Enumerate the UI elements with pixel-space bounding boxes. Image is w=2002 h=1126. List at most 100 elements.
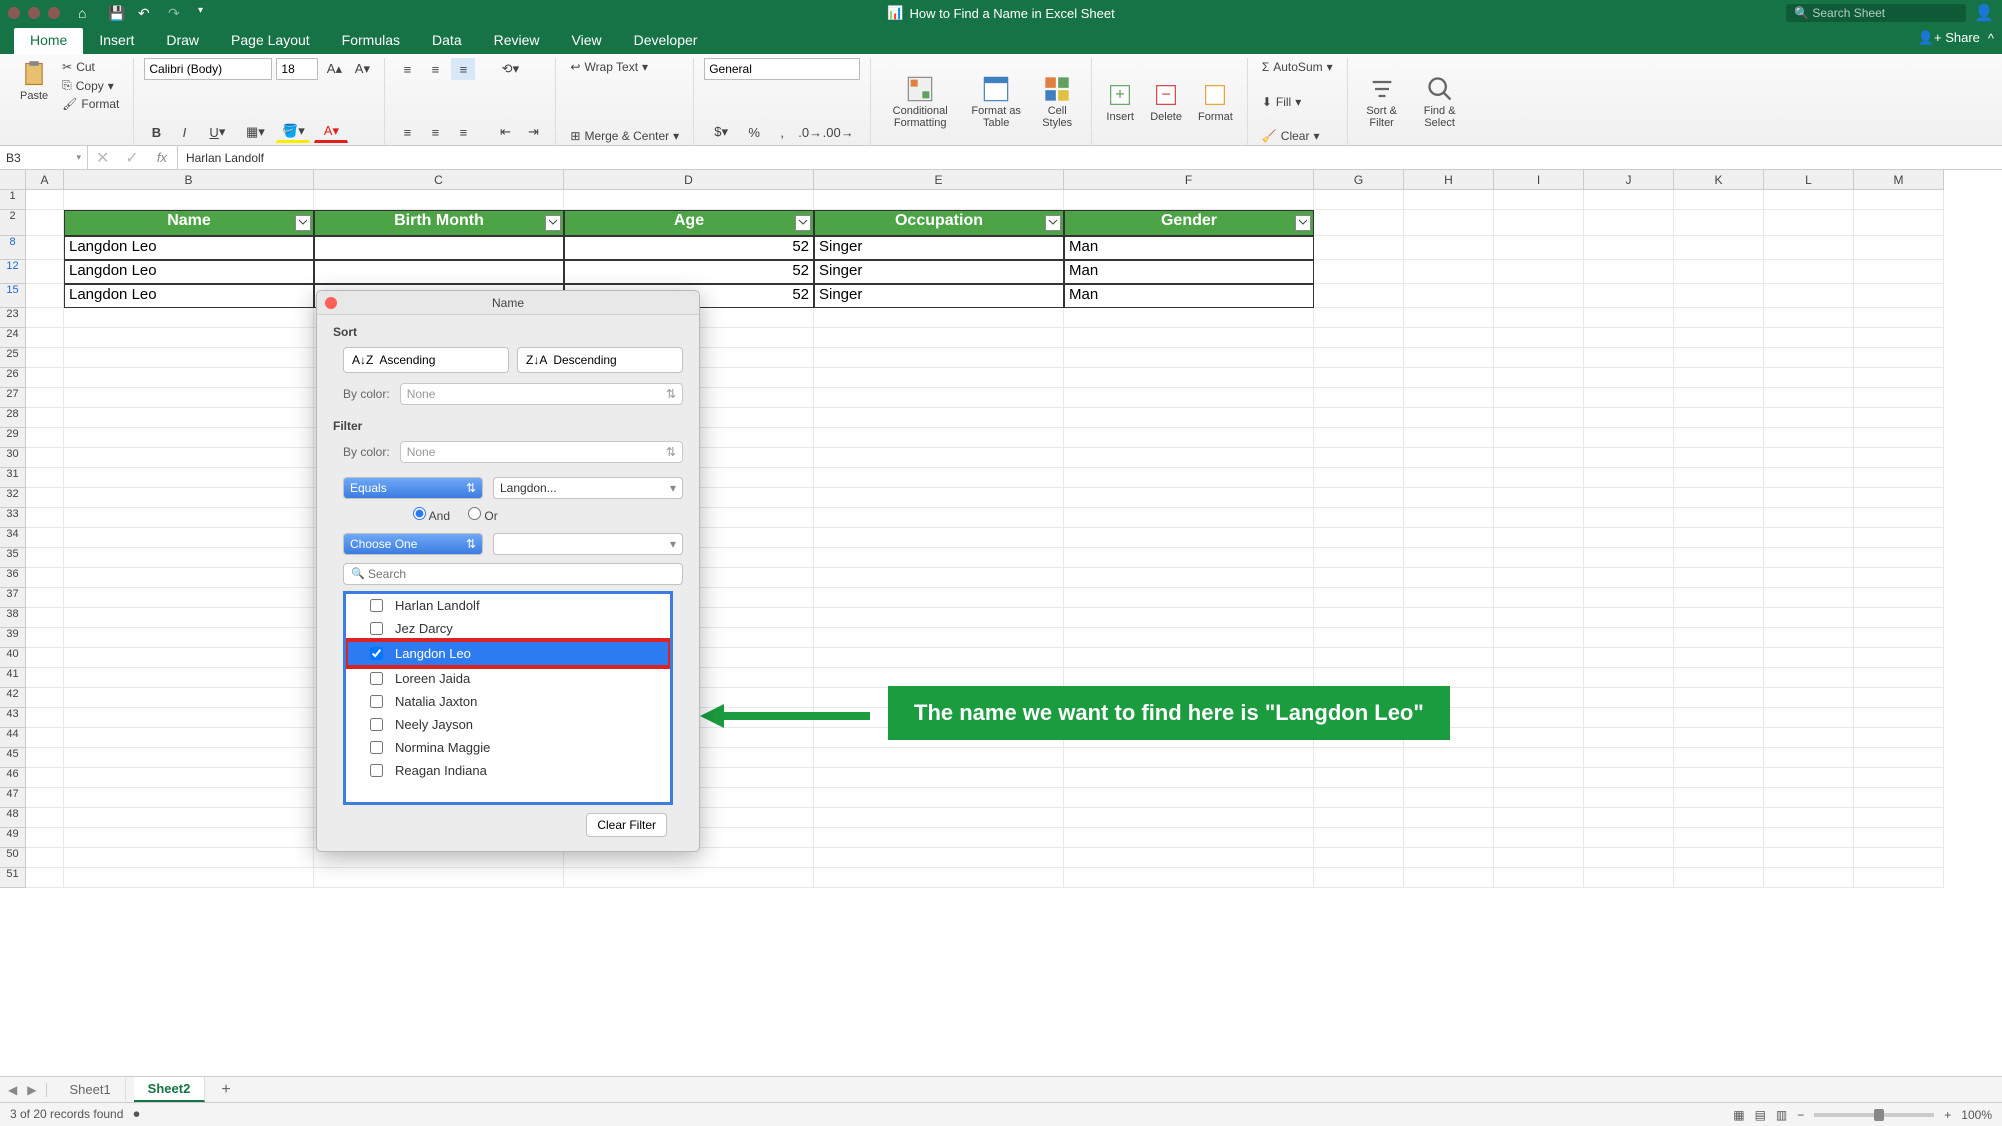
table-header-age[interactable]: Age [564, 210, 814, 236]
border-button[interactable]: ▦▾ [238, 121, 272, 143]
increase-indent-icon[interactable]: ⇥ [521, 121, 545, 143]
row-header[interactable]: 27 [0, 388, 26, 408]
qat-dropdown-icon[interactable]: ▾ [198, 5, 214, 21]
merge-center-button[interactable]: ⊞ Merge & Center ▾ [566, 127, 683, 145]
decrease-indent-icon[interactable]: ⇤ [493, 121, 517, 143]
font-color-button[interactable]: A▾ [314, 121, 348, 143]
filter-list-item[interactable]: Loreen Jaida [346, 667, 670, 690]
fill-button[interactable]: ⬇ Fill ▾ [1258, 93, 1337, 111]
col-header-B[interactable]: B [64, 170, 314, 190]
cell-name[interactable]: Langdon Leo [64, 236, 314, 260]
fx-icon[interactable]: fx [147, 146, 178, 169]
row-header[interactable]: 29 [0, 428, 26, 448]
row-header[interactable]: 44 [0, 728, 26, 748]
sheet-tab-1[interactable]: Sheet1 [55, 1078, 125, 1101]
row-header[interactable]: 32 [0, 488, 26, 508]
col-header-F[interactable]: F [1064, 170, 1314, 190]
row-header[interactable]: 1 [0, 190, 26, 210]
table-row[interactable]: Langdon Leo 52 Singer Man [26, 260, 1944, 284]
row-header[interactable]: 42 [0, 688, 26, 708]
row-header[interactable]: 24 [0, 328, 26, 348]
format-cells-button[interactable]: Format [1194, 79, 1237, 125]
sort-ascending-button[interactable]: A↓ZAscending [343, 347, 509, 373]
row-header[interactable]: 2 [0, 210, 26, 236]
row-header[interactable]: 45 [0, 748, 26, 768]
col-header-I[interactable]: I [1494, 170, 1584, 190]
enter-formula-icon[interactable]: ✓ [117, 148, 146, 168]
row-header[interactable]: 48 [0, 808, 26, 828]
name-box[interactable]: B3▾ [0, 146, 88, 169]
find-select-button[interactable]: Find & Select [1414, 73, 1466, 131]
tab-draw[interactable]: Draw [150, 28, 215, 54]
redo-icon[interactable]: ↷ [168, 5, 184, 21]
align-middle-icon[interactable]: ≡ [423, 58, 447, 80]
increase-font-icon[interactable]: A▴ [322, 58, 346, 80]
row-header[interactable]: 41 [0, 668, 26, 688]
cell-styles-button[interactable]: Cell Styles [1033, 73, 1081, 131]
row-header[interactable]: 46 [0, 768, 26, 788]
cell-gender[interactable]: Man [1064, 284, 1314, 308]
filter-list-item[interactable]: Normina Maggie [346, 736, 670, 759]
table-header-birth[interactable]: Birth Month [314, 210, 564, 236]
cell-gender[interactable]: Man [1064, 236, 1314, 260]
sheet-nav-prev-icon[interactable]: ◀ [8, 1083, 17, 1097]
comma-button[interactable]: , [770, 121, 794, 143]
autosum-button[interactable]: Σ AutoSum ▾ [1258, 58, 1337, 76]
col-header-L[interactable]: L [1764, 170, 1854, 190]
font-size-select[interactable] [276, 58, 318, 80]
row-header[interactable]: 47 [0, 788, 26, 808]
sort-filter-button[interactable]: Sort & Filter [1358, 73, 1406, 131]
tab-data[interactable]: Data [416, 28, 478, 54]
filter-or-radio[interactable]: Or [468, 507, 498, 523]
zoom-out-icon[interactable]: − [1797, 1108, 1804, 1122]
dialog-close-icon[interactable] [325, 297, 337, 309]
search-sheet-input[interactable]: 🔍 Search Sheet [1786, 4, 1966, 22]
filter-list-item[interactable]: Neely Jayson [346, 713, 670, 736]
filter-dropdown-icon[interactable] [795, 215, 811, 231]
filter-search-input[interactable] [343, 563, 683, 585]
filter-list-item[interactable]: Natalia Jaxton [346, 690, 670, 713]
sheet-nav-next-icon[interactable]: ▶ [27, 1083, 36, 1097]
col-header-J[interactable]: J [1584, 170, 1674, 190]
italic-button[interactable]: I [172, 121, 196, 143]
filter-list-item[interactable]: Langdon Leo [344, 638, 672, 669]
row-header[interactable]: 15 [0, 284, 26, 308]
dialog-titlebar[interactable]: Name [317, 291, 699, 315]
table-row[interactable]: Langdon Leo 52 Singer Man [26, 236, 1944, 260]
cell-name[interactable]: Langdon Leo [64, 260, 314, 284]
tab-developer[interactable]: Developer [618, 28, 714, 54]
col-header-A[interactable]: A [26, 170, 64, 190]
table-header-gender[interactable]: Gender [1064, 210, 1314, 236]
filter-checkbox[interactable] [370, 695, 383, 708]
table-row[interactable]: Langdon Leo 52 Singer Man [26, 284, 1944, 308]
decrease-decimal-icon[interactable]: .00→ [826, 121, 850, 143]
filter-condition-1-select[interactable]: Equals ⇅ [343, 477, 483, 499]
col-header-K[interactable]: K [1674, 170, 1764, 190]
copy-button[interactable]: ⎘ Copy ▾ [58, 76, 123, 95]
row-header[interactable]: 38 [0, 608, 26, 628]
row-header[interactable]: 37 [0, 588, 26, 608]
zoom-slider[interactable] [1814, 1113, 1934, 1117]
filter-list-item[interactable]: Harlan Landolf [346, 594, 670, 617]
minimize-window-icon[interactable] [28, 7, 40, 19]
table-header-name[interactable]: Name [64, 210, 314, 236]
row-header[interactable]: 50 [0, 848, 26, 868]
col-header-E[interactable]: E [814, 170, 1064, 190]
font-select[interactable] [144, 58, 272, 80]
formula-input[interactable]: Harlan Landolf [178, 151, 272, 165]
row-header[interactable]: 26 [0, 368, 26, 388]
row-header[interactable]: 33 [0, 508, 26, 528]
cell-name[interactable]: Langdon Leo [64, 284, 314, 308]
sheet-tab-2[interactable]: Sheet2 [134, 1077, 206, 1102]
filter-dropdown-icon[interactable] [1045, 215, 1061, 231]
cell-birth[interactable] [314, 236, 564, 260]
filter-and-radio[interactable]: And [413, 507, 450, 523]
row-header[interactable]: 30 [0, 448, 26, 468]
cut-button[interactable]: ✂ Cut [58, 58, 123, 76]
filter-by-color-select[interactable]: None ⇅ [400, 441, 683, 463]
row-header[interactable]: 51 [0, 868, 26, 888]
row-header[interactable]: 49 [0, 828, 26, 848]
zoom-in-icon[interactable]: + [1944, 1108, 1951, 1122]
filter-checkbox[interactable] [370, 599, 383, 612]
user-icon[interactable]: 👤 [1974, 3, 1994, 23]
